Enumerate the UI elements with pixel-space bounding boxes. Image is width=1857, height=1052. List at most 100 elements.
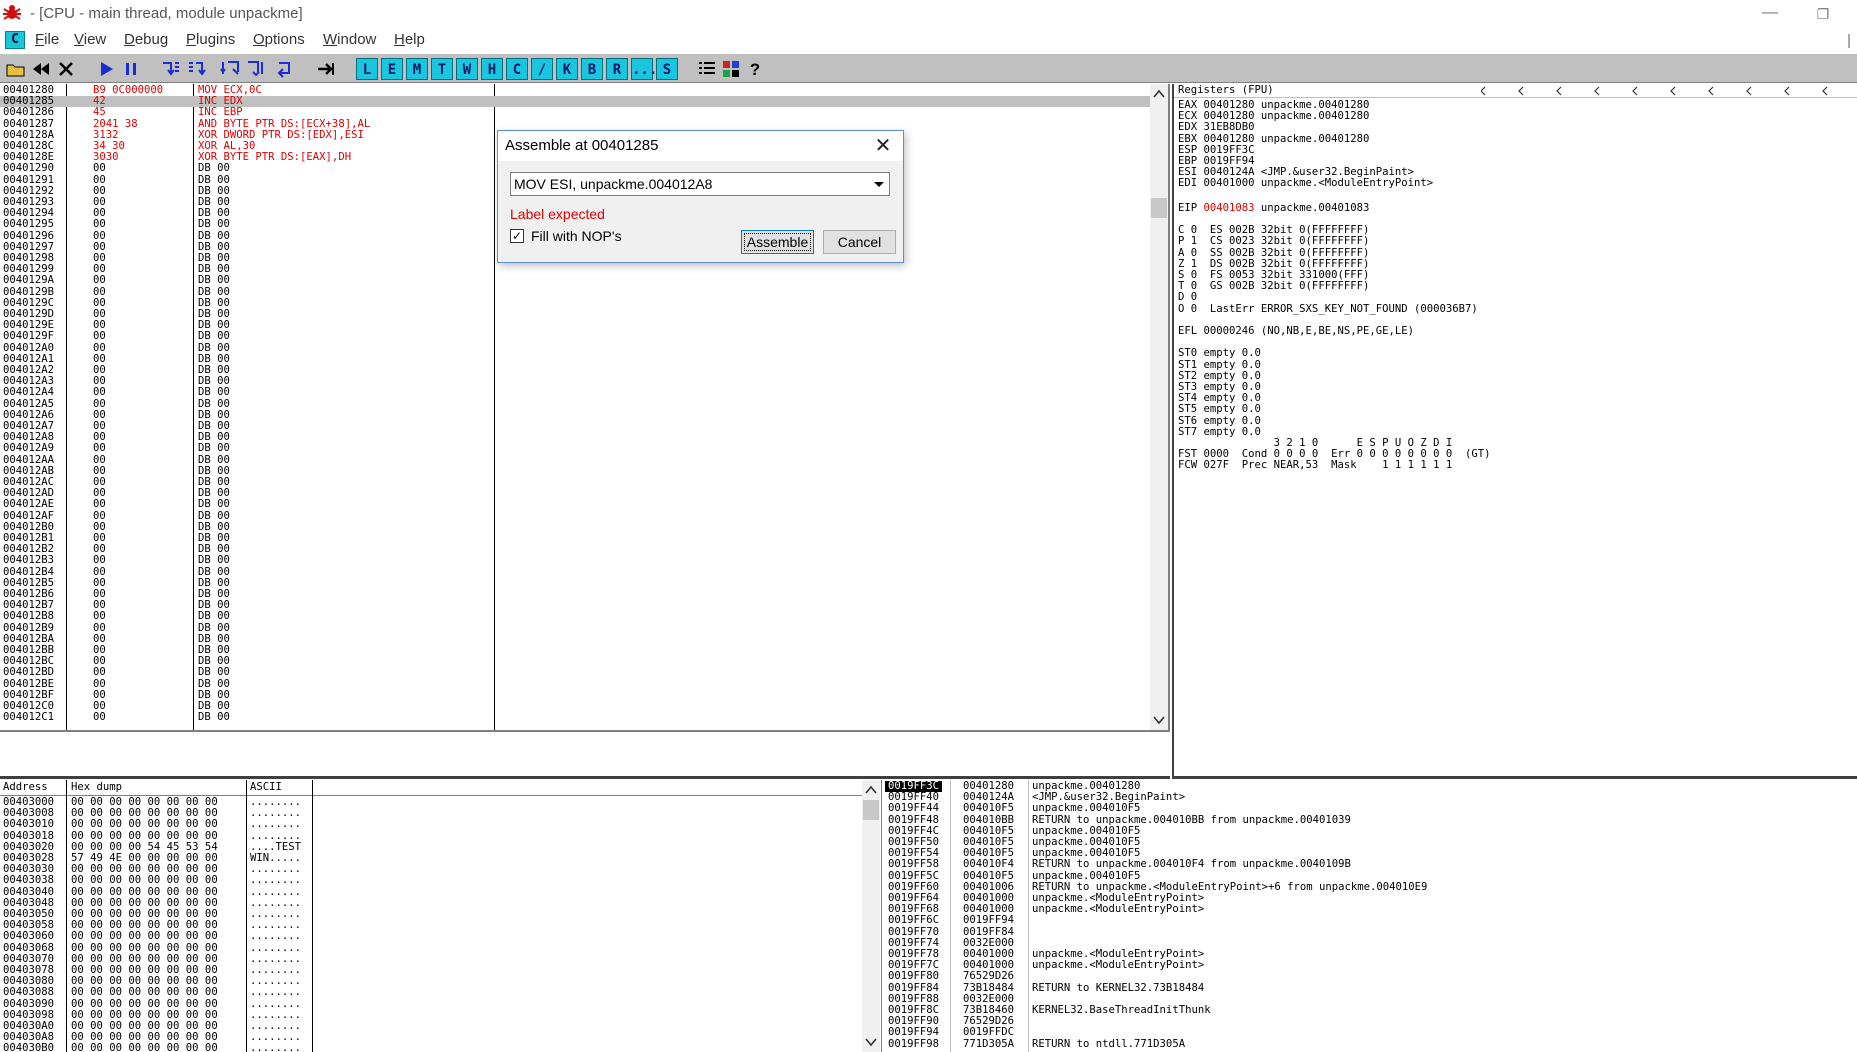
stack-row[interactable]: 0019FF58 004010F4 RETURN to unpackme.00401… [884, 859, 1854, 870]
stack-row[interactable]: 0019FF3C 00401280 unpackme.00401280 [884, 780, 1854, 793]
stack-row[interactable]: 0019FF7C 00401000 unpackme.<ModuleEntryPoi… [884, 959, 1854, 971]
dump-row[interactable]: 00403010 00 00 00 00 00 00 00 00........ [0, 819, 860, 830]
stack-row[interactable]: 0019FF50 004010F5 unpackme.004010F5 [884, 836, 1854, 848]
stack-row[interactable]: 0019FF74 0032E000 [884, 937, 1854, 949]
stack-row[interactable]: 0019FF60 00401006 RETURN to unpackme.<Modu… [884, 881, 1854, 893]
disasm-row[interactable]: 004012B3 00 DB 00 [0, 555, 1150, 566]
stack-row[interactable]: 0019FF98 771D305A RETURN to ntdll.771D305A [884, 1038, 1854, 1050]
disasm-row[interactable]: 0040129D 00 DB 00 [0, 308, 1150, 320]
disasm-row[interactable]: 004012AE 00 DB 00 [0, 499, 1150, 510]
registers-pane[interactable]: Registers (FPU) EAX 00401280 unpackme.00… [1172, 84, 1857, 779]
disasm-row[interactable]: 004012B9 00 DB 00 [0, 622, 1150, 634]
stack-row[interactable]: 0019FF8C 73B18460 KERNEL32.BaseThreadInitT… [884, 1004, 1854, 1016]
assemble-button[interactable]: Assemble [741, 230, 814, 254]
menu-file[interactable]: File [35, 31, 59, 48]
register-line[interactable]: D 0 [1178, 292, 1197, 303]
dump-header-address[interactable]: Address [3, 781, 48, 793]
rewind-icon[interactable] [30, 58, 52, 80]
stack-row[interactable]: 0019FF70 0019FF84 [884, 926, 1854, 938]
disasm-row[interactable]: 004012AA 00 DB 00 [0, 454, 1150, 466]
stack-row[interactable]: 0019FF78 00401000 unpackme.<ModuleEntryPoi… [884, 948, 1854, 960]
disasm-row[interactable]: 004012B2 00 DB 00 [0, 543, 1150, 555]
close-icon[interactable] [55, 58, 77, 80]
disasm-row[interactable]: 004012C0 00 DB 00 [0, 700, 1150, 712]
stack-row[interactable]: 0019FF54 004010F5 unpackme.004010F5 [884, 847, 1854, 859]
disasm-row[interactable]: 004012A2 00 DB 00 [0, 364, 1150, 376]
scroll-down-icon[interactable] [863, 1034, 879, 1050]
stack-pane[interactable]: 0019FF3C 00401280 unpackme.00401280 0019FF4… [884, 780, 1857, 1052]
dump-row[interactable]: 00403088 00 00 00 00 00 00 00 00........ [0, 987, 860, 998]
help-icon[interactable]: ? [744, 58, 766, 80]
toolbar-windows-button[interactable]: W [456, 58, 478, 80]
stack-row[interactable]: 0019FF6C 0019FF94 [884, 915, 1854, 926]
toolbar-references-button[interactable]: R [606, 58, 628, 80]
dump-row[interactable]: 004030B0 00 00 00 00 00 00 00 00........ [0, 1043, 860, 1052]
restore-button[interactable]: ❐ [1808, 2, 1838, 26]
disasm-row[interactable]: 0040129B 00 DB 00 [0, 286, 1150, 298]
list-icon[interactable] [696, 58, 718, 80]
disasm-row[interactable]: 004012A7 00 DB 00 [0, 420, 1150, 432]
toolbar-runtrace-button[interactable]: ... [631, 58, 657, 80]
disasm-row[interactable]: 004012AC 00 DB 00 [0, 476, 1150, 488]
trace-over-icon[interactable] [245, 58, 267, 80]
stack-row[interactable]: 0019FF88 0032E000 [884, 993, 1854, 1005]
disasm-row[interactable]: 004012BB 00 DB 00 [0, 644, 1150, 656]
toolbar-handles-button[interactable]: H [481, 58, 503, 80]
toolbar-breakpoints-button[interactable]: B [581, 58, 603, 80]
disasm-row[interactable]: 004012AF 00 DB 00 [0, 510, 1150, 522]
disasm-row[interactable]: 004012B8 00 DB 00 [0, 611, 1150, 622]
disasm-row[interactable]: 004012BA 00 DB 00 [0, 633, 1150, 645]
disasm-row[interactable]: 004012A3 00 DB 00 [0, 375, 1150, 387]
register-line[interactable]: P 1 CS 0023 32bit 0(FFFFFFFF) [1178, 236, 1369, 247]
stack-row[interactable]: 0019FF64 00401000 unpackme.<ModuleEntryPoi… [884, 892, 1854, 904]
stack-row[interactable]: 0019FF48 004010BB RETURN to unpackme.00401… [884, 814, 1854, 826]
fill-nop-label[interactable]: Fill with NOP's [531, 228, 622, 244]
disasm-row[interactable]: 00401285 42 INC EDX [0, 95, 1150, 108]
disasm-scrollbar[interactable] [1150, 84, 1168, 730]
disasm-row[interactable]: 004012B1 00 DB 00 [0, 532, 1150, 544]
pause-icon[interactable] [120, 58, 142, 80]
stack-row[interactable]: 0019FF94 0019FFDC [884, 1027, 1854, 1038]
play-icon[interactable] [95, 58, 117, 80]
disasm-row[interactable]: 004012A6 00 DB 00 [0, 409, 1150, 421]
disasm-row[interactable]: 00401299 00 DB 00 [0, 263, 1150, 275]
fill-nop-checkbox[interactable]: ✓ [510, 229, 524, 243]
step-over-icon[interactable] [186, 58, 208, 80]
menu-help[interactable]: Help [394, 31, 425, 48]
disasm-row[interactable]: 00401287 2041 38 AND BYTE PTR DS:[ECX+38],… [0, 118, 1150, 130]
register-eip-value[interactable]: 00401083 [1204, 202, 1255, 214]
disasm-row[interactable]: 004012A0 00 DB 00 [0, 342, 1150, 354]
dump-header-hex[interactable]: Hex dump [71, 781, 122, 793]
disasm-row[interactable]: 004012BC 00 DB 00 [0, 655, 1150, 667]
register-line[interactable]: EDI 00401000 unpackme.<ModuleEntryPoint> [1178, 178, 1433, 189]
execute-till-return-icon[interactable] [275, 58, 297, 80]
register-eip-line[interactable]: EIP 00401083 unpackme.00401083 [1178, 202, 1369, 214]
disasm-row[interactable]: 004012A1 00 DB 00 [0, 353, 1150, 365]
stack-row[interactable]: 0019FF68 00401000 unpackme.<ModuleEntryPoi… [884, 903, 1854, 915]
disasm-row[interactable]: 00401286 45 INC EBP [0, 107, 1150, 118]
toolbar-memory-button[interactable]: M [406, 58, 428, 80]
disasm-row[interactable]: 0040129E 00 DB 00 [0, 319, 1150, 331]
disasm-row[interactable]: 004012B7 00 DB 00 [0, 599, 1150, 611]
register-line[interactable]: FCW 027F Prec NEAR,53 Mask 1 1 1 1 1 1 [1178, 460, 1452, 471]
dump-header-ascii[interactable]: ASCII [250, 781, 282, 793]
assemble-combo[interactable] [510, 172, 890, 196]
menu-debug[interactable]: Debug [124, 31, 168, 48]
cancel-button[interactable]: Cancel [823, 230, 896, 254]
scroll-down-icon[interactable] [1151, 712, 1167, 728]
menu-options[interactable]: Options [253, 31, 305, 48]
close-icon[interactable]: ✕ [868, 134, 898, 158]
register-line[interactable]: ST0 empty 0.0 [1178, 348, 1261, 359]
disasm-row[interactable]: 00401280 B9 0C000000 MOV ECX,0C [0, 84, 1150, 96]
disasm-row[interactable]: 0040129C 00 DB 00 [0, 297, 1150, 309]
toolbar-patches-button[interactable]: / [531, 58, 553, 80]
register-line[interactable]: ST5 empty 0.0 [1178, 404, 1261, 415]
disasm-row[interactable]: 004012A8 00 DB 00 [0, 431, 1150, 443]
toolbar-threads-button[interactable]: T [431, 58, 453, 80]
open-icon[interactable] [5, 58, 27, 80]
dump-pane[interactable]: Address Hex dump ASCII 00403000 00 00 00 … [0, 780, 882, 1052]
register-line[interactable]: T 0 GS 002B 32bit 0(FFFFFFFF) [1178, 280, 1369, 292]
dump-scrollbar[interactable] [862, 780, 880, 1052]
assemble-input[interactable] [514, 175, 864, 193]
stack-row[interactable]: 0019FF40 0040124A <JMP.&user32.BeginPaint> [884, 791, 1854, 803]
